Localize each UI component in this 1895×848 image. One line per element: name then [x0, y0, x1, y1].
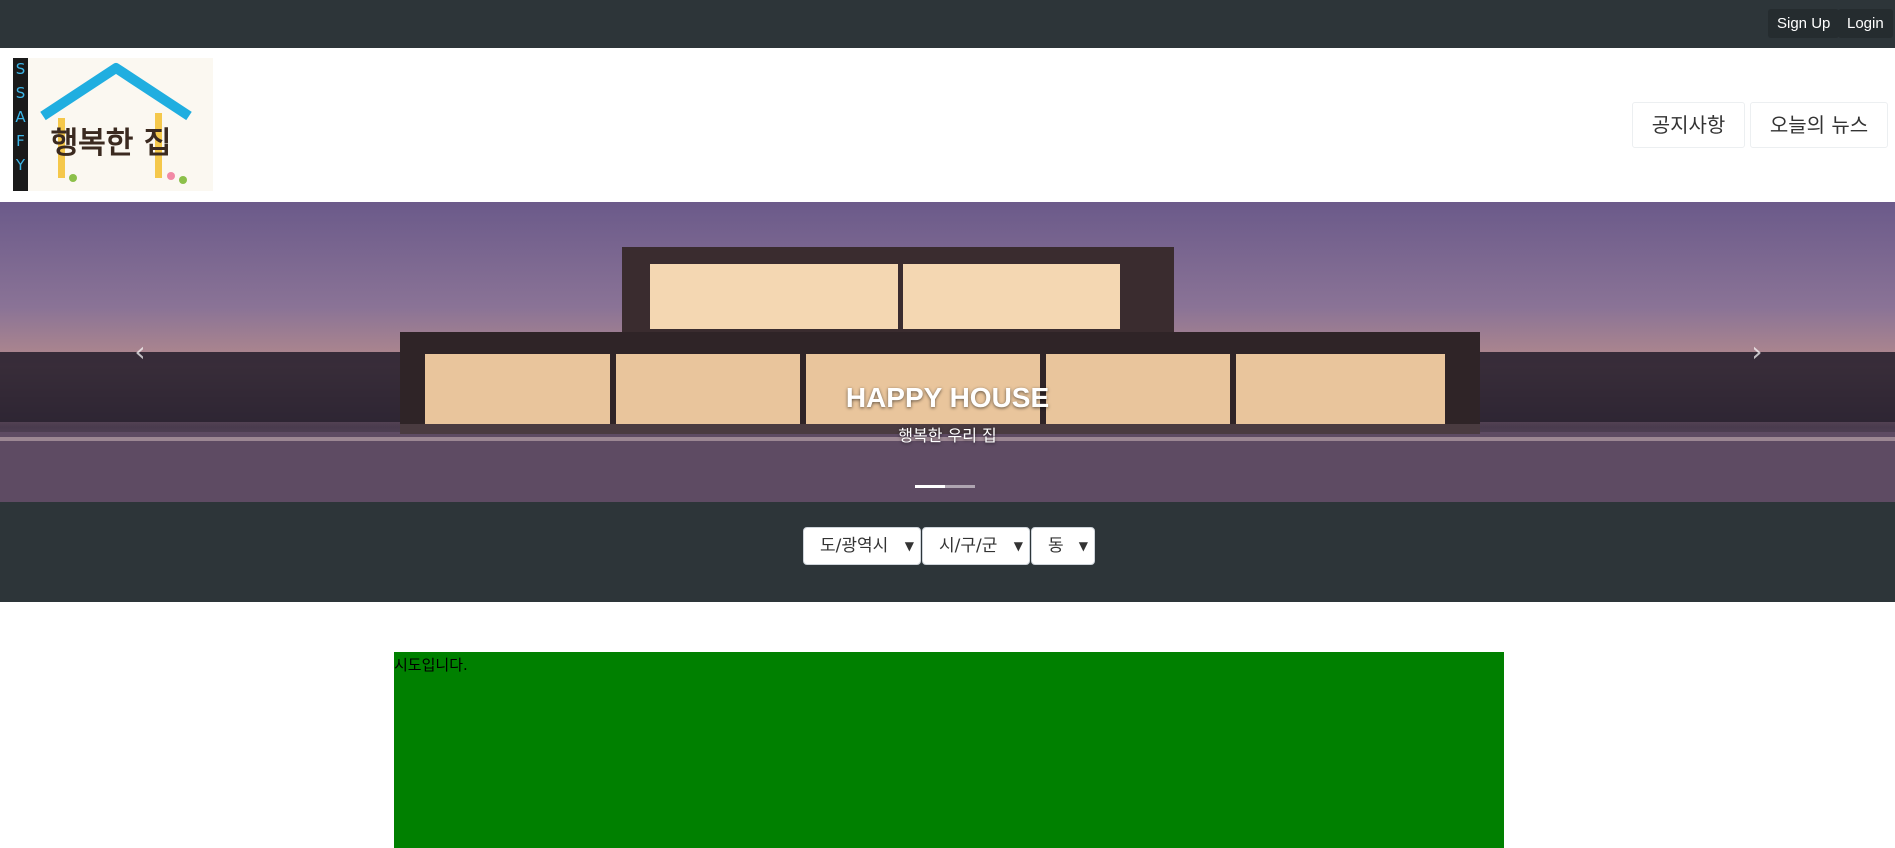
sido-select[interactable]: 도/광역시 ▼ — [803, 527, 921, 565]
svg-text:S: S — [16, 84, 26, 102]
site-logo[interactable]: S S A F Y 행복한 집 — [13, 58, 213, 191]
chevron-down-icon: ▼ — [904, 539, 914, 553]
svg-text:행복한 집: 행복한 집 — [51, 126, 172, 161]
carousel-indicators — [915, 473, 975, 488]
house-photo — [0, 247, 1895, 502]
carousel-next-button[interactable]: › — [1742, 337, 1772, 367]
carousel-subtitle: 행복한 우리 집 — [898, 426, 997, 445]
nav-news-link[interactable]: 오늘의 뉴스 — [1750, 102, 1888, 148]
svg-text:Y: Y — [15, 156, 26, 174]
dong-select-value: 동 — [1048, 536, 1064, 556]
carousel-indicator-2[interactable] — [945, 485, 975, 488]
nav-notice-link[interactable]: 공지사항 — [1632, 102, 1745, 148]
svg-text:S: S — [16, 60, 26, 78]
chevron-down-icon: ▼ — [1078, 539, 1088, 553]
sign-up-button[interactable]: Sign Up — [1768, 9, 1840, 38]
map-container[interactable]: 시도입니다. — [394, 652, 1504, 848]
sido-select-value: 도/광역시 — [820, 536, 889, 556]
login-button[interactable]: Login — [1838, 9, 1893, 38]
carousel-indicator-1[interactable] — [915, 485, 945, 488]
chevron-right-icon: › — [1751, 335, 1763, 368]
svg-text:A: A — [15, 108, 26, 126]
chevron-left-icon: ‹ — [134, 335, 146, 368]
carousel-title: HAPPY HOUSE — [845, 382, 1050, 413]
house-logo-icon: S S A F Y 행복한 집 — [13, 58, 192, 191]
top-bar: Sign Up Login — [0, 0, 1895, 48]
header — [0, 48, 1895, 202]
hero-carousel: ‹ › HAPPY HOUSE 행복한 우리 집 — [0, 202, 1895, 502]
carousel-prev-button[interactable]: ‹ — [125, 337, 155, 367]
gugun-select-value: 시/구/군 — [939, 536, 998, 556]
map-status-text: 시도입니다. — [394, 656, 468, 674]
chevron-down-icon: ▼ — [1013, 539, 1023, 553]
dong-select[interactable]: 동 ▼ — [1031, 527, 1095, 565]
gugun-select[interactable]: 시/구/군 ▼ — [922, 527, 1030, 565]
svg-text:F: F — [16, 132, 25, 150]
